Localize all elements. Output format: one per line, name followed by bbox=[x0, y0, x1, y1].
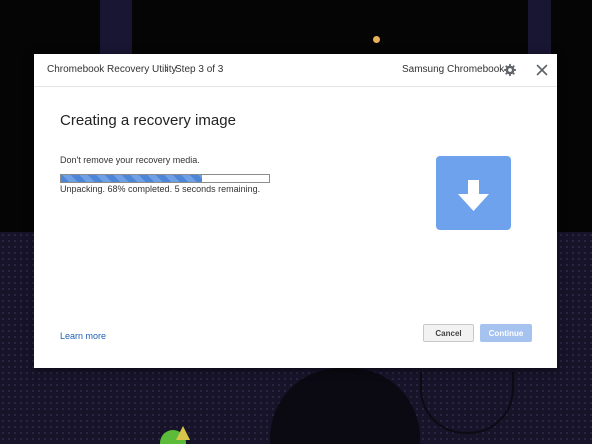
progress-status: Unpacking. 68% completed. 5 seconds rema… bbox=[60, 184, 261, 194]
breadcrumb-separator: › bbox=[165, 63, 169, 75]
dialog-header: Chromebook Recovery Utility › Step 3 of … bbox=[34, 54, 557, 87]
media-warning: Don't remove your recovery media. bbox=[60, 155, 200, 165]
background-shelf bbox=[100, 0, 132, 60]
gear-icon[interactable] bbox=[503, 63, 517, 77]
breadcrumb-app-name: Chromebook Recovery Utility bbox=[47, 64, 177, 75]
download-arrow-icon bbox=[458, 180, 489, 211]
download-illustration bbox=[436, 156, 511, 230]
device-name: Samsung Chromebook bbox=[402, 64, 505, 75]
webcam-light bbox=[373, 36, 380, 43]
page-title: Creating a recovery image bbox=[60, 112, 236, 129]
background-object bbox=[176, 426, 190, 440]
background-shelf bbox=[528, 0, 551, 60]
close-icon[interactable] bbox=[535, 63, 549, 77]
cancel-button[interactable]: Cancel bbox=[423, 324, 474, 342]
progress-bar bbox=[60, 174, 270, 183]
learn-more-link[interactable]: Learn more bbox=[60, 331, 106, 341]
progress-fill bbox=[61, 175, 203, 182]
continue-button[interactable]: Continue bbox=[480, 324, 532, 342]
breadcrumb-step: Step 3 of 3 bbox=[175, 64, 224, 75]
recovery-dialog: Chromebook Recovery Utility › Step 3 of … bbox=[34, 54, 557, 368]
